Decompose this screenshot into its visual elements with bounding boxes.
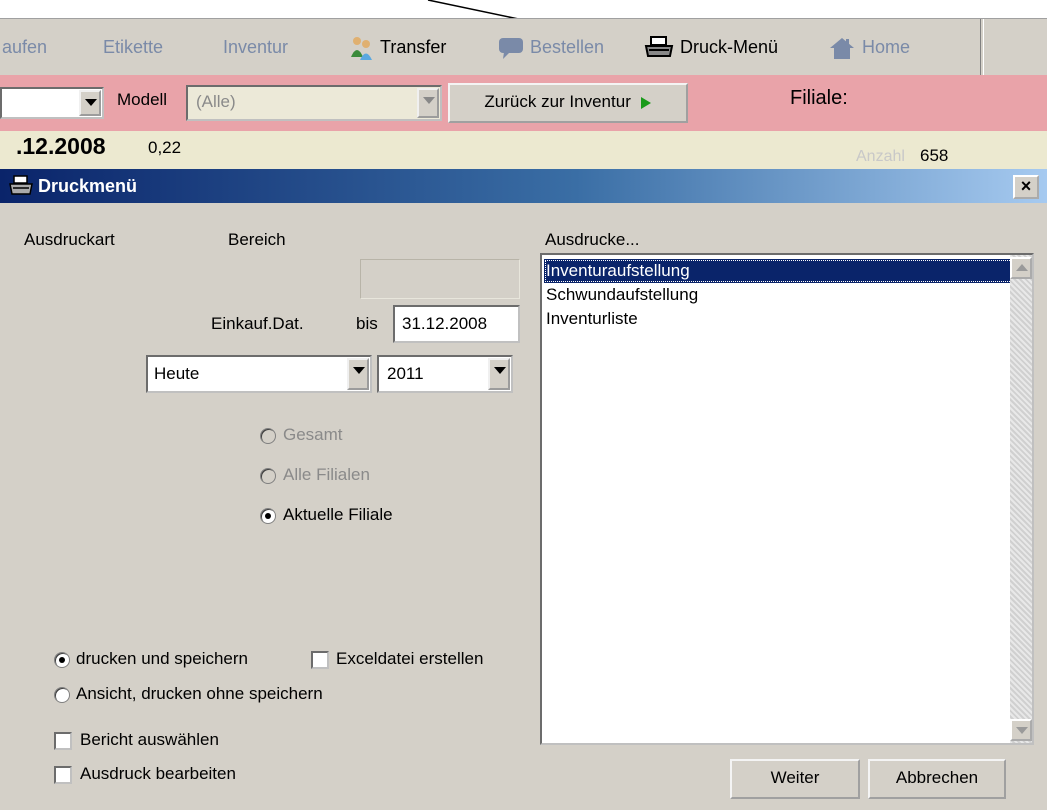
to-date-value: 31.12.2008 bbox=[402, 314, 488, 333]
toolbar-item-druck-menu[interactable]: Druck-Menü bbox=[644, 19, 778, 76]
scope-option-label: Aktuelle Filiale bbox=[283, 505, 393, 524]
printer-icon bbox=[9, 175, 33, 195]
toolbar-item-kaufen[interactable]: aufen bbox=[2, 19, 47, 76]
select-report-label: Bericht auswählen bbox=[80, 730, 219, 749]
value-text: 0,22 bbox=[148, 138, 182, 157]
toolbar-item-transfer[interactable]: Transfer bbox=[348, 19, 446, 76]
printer-icon bbox=[644, 36, 674, 58]
scope-option-label: Alle Filialen bbox=[283, 465, 370, 484]
excel-label: Exceldatei erstellen bbox=[336, 649, 484, 668]
excel-checkbox[interactable] bbox=[311, 651, 329, 669]
filter-select-left[interactable] bbox=[0, 87, 104, 119]
print-menu-dialog: Druckmenü × Ausdruckart Bereich Einkauf.… bbox=[0, 169, 1047, 810]
purchase-date-label: Einkauf.Dat. bbox=[211, 314, 304, 333]
chevron-down-icon[interactable] bbox=[488, 358, 510, 390]
date-text: .12.2008 bbox=[16, 133, 106, 159]
scroll-up-icon[interactable] bbox=[1010, 257, 1032, 279]
edit-print-label: Ausdruck bearbeiten bbox=[80, 764, 236, 783]
year-select[interactable]: 2011 bbox=[377, 355, 513, 393]
cancel-button-label: Abbrechen bbox=[895, 768, 979, 787]
scope-radio-total[interactable] bbox=[260, 428, 276, 444]
dialog-title: Druckmenü bbox=[38, 176, 138, 196]
list-item[interactable]: Schwundaufstellung bbox=[544, 283, 698, 307]
range-label: Bereich bbox=[228, 230, 286, 249]
period-select[interactable]: Heute bbox=[146, 355, 372, 393]
back-to-inventory-button[interactable]: Zurück zur Inventur bbox=[448, 83, 688, 123]
to-date-input[interactable]: 31.12.2008 bbox=[393, 305, 520, 343]
toolbar-item-label: aufen bbox=[2, 37, 48, 57]
back-button-label: Zurück zur Inventur bbox=[484, 92, 631, 111]
model-select[interactable]: (Alle) bbox=[186, 85, 442, 121]
toolbar-item-etikette[interactable]: Etikette bbox=[103, 19, 163, 76]
scroll-down-icon[interactable] bbox=[1010, 719, 1032, 741]
count-label: Anzahl bbox=[856, 148, 905, 165]
next-button-label: Weiter bbox=[770, 768, 820, 787]
toolbar-item-inventur[interactable]: Inventur bbox=[223, 19, 288, 76]
output-radio-preview[interactable] bbox=[54, 687, 70, 703]
output-option-label: drucken und speichern bbox=[76, 649, 249, 668]
edit-print-checkbox[interactable] bbox=[54, 766, 72, 784]
scope-radio-current-branch[interactable] bbox=[260, 508, 276, 524]
list-item[interactable]: Inventuraufstellung bbox=[544, 259, 1013, 283]
list-item[interactable]: Inventurliste bbox=[544, 307, 638, 331]
chat-icon bbox=[499, 38, 523, 60]
reports-listbox[interactable]: Inventuraufstellung Schwundaufstellung I… bbox=[540, 253, 1034, 745]
toolbar-item-label: Inventur bbox=[223, 37, 289, 57]
info-strip: .12.2008 0,22 Anzahl 658 bbox=[0, 131, 1047, 169]
dialog-titlebar: Druckmenü × bbox=[0, 169, 1047, 203]
range-field[interactable] bbox=[360, 259, 520, 299]
year-select-value: 2011 bbox=[387, 364, 424, 383]
play-icon bbox=[640, 96, 651, 109]
toolbar-item-label: Transfer bbox=[380, 37, 447, 57]
print-type-label: Ausdruckart bbox=[24, 230, 115, 249]
chevron-down-icon[interactable] bbox=[347, 358, 369, 390]
toolbar-item-bestellen[interactable]: Bestellen bbox=[498, 19, 604, 76]
output-radio-print-save[interactable] bbox=[54, 652, 70, 668]
count-value: 658 bbox=[920, 146, 949, 165]
toolbar: aufen Etikette Inventur Transfer Bestell… bbox=[0, 18, 1047, 77]
transfer-icon bbox=[351, 37, 372, 61]
model-select-value: (Alle) bbox=[196, 92, 236, 111]
model-label: Modell bbox=[117, 90, 168, 109]
chevron-down-icon[interactable] bbox=[417, 88, 439, 118]
period-select-value: Heute bbox=[154, 364, 200, 383]
cancel-button[interactable]: Abbrechen bbox=[868, 759, 1006, 799]
home-icon bbox=[830, 38, 854, 60]
to-label: bis bbox=[356, 314, 378, 333]
toolbar-separator bbox=[980, 19, 984, 76]
toolbar-item-label: Bestellen bbox=[530, 37, 605, 57]
next-button[interactable]: Weiter bbox=[730, 759, 860, 799]
filter-bar: Modell (Alle) Zurück zur Inventur Filial… bbox=[0, 75, 1047, 131]
branch-label: Filiale: bbox=[790, 87, 848, 109]
toolbar-item-label: Etikette bbox=[103, 37, 164, 57]
output-option-label: Ansicht, drucken ohne speichern bbox=[76, 684, 323, 703]
close-button[interactable]: × bbox=[1013, 175, 1039, 199]
scope-radio-all-branches[interactable] bbox=[260, 468, 276, 484]
toolbar-item-home[interactable]: Home bbox=[828, 19, 910, 76]
toolbar-item-label: Home bbox=[862, 37, 911, 57]
scope-option-label: Gesamt bbox=[283, 425, 343, 444]
chevron-down-icon[interactable] bbox=[79, 90, 101, 116]
toolbar-item-label: Druck-Menü bbox=[680, 37, 779, 57]
select-report-checkbox[interactable] bbox=[54, 732, 72, 750]
close-icon: × bbox=[1020, 176, 1032, 196]
listbox-scrollbar[interactable] bbox=[1010, 255, 1032, 743]
reports-label: Ausdrucke... bbox=[545, 230, 640, 249]
